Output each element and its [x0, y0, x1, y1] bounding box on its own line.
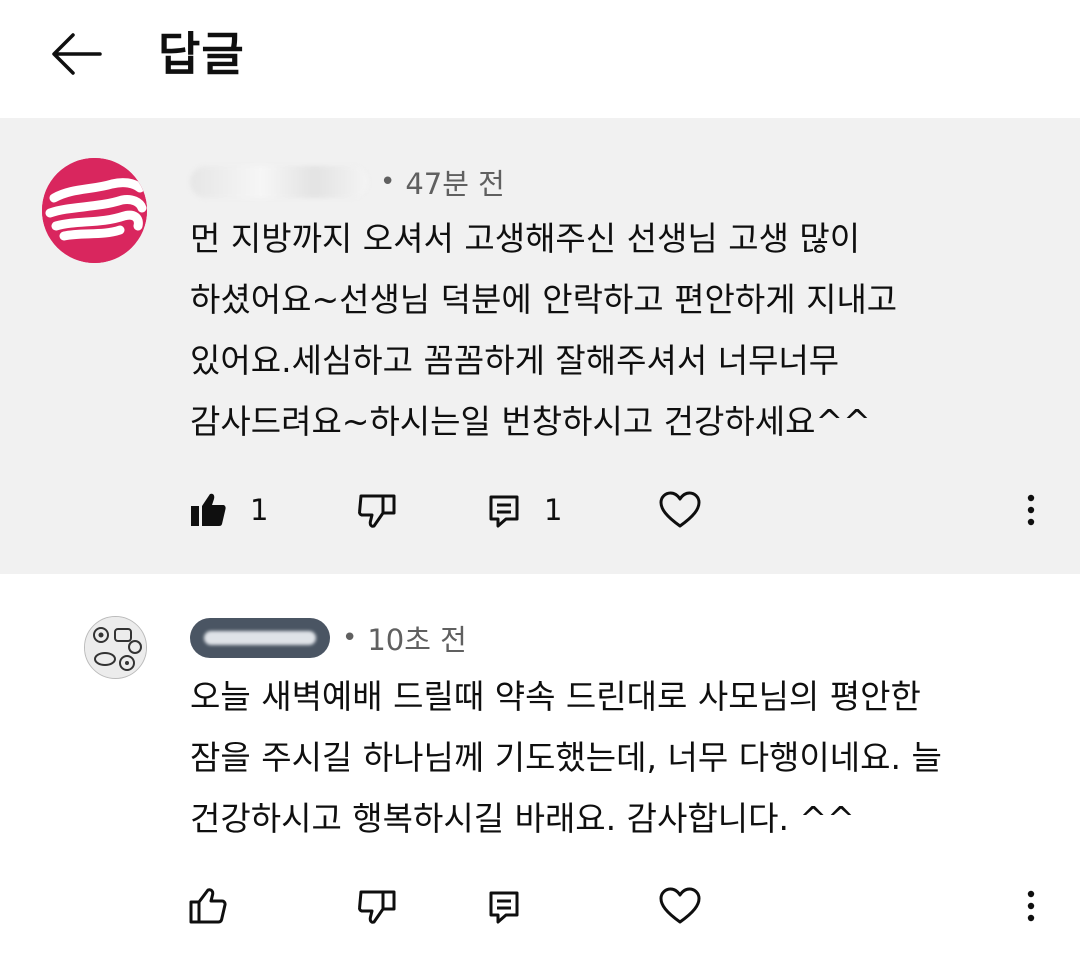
comment-actions — [0, 876, 1080, 936]
like-button[interactable]: 1 — [188, 480, 268, 540]
page-title: 답글 — [158, 27, 245, 81]
more-vertical-icon — [1027, 890, 1035, 922]
comment-time: 47분 전 — [405, 167, 505, 201]
more-options-button[interactable] — [1016, 876, 1046, 936]
dislike-button[interactable] — [356, 876, 398, 936]
top-app-bar: 답글 — [0, 0, 1080, 116]
comment-meta: • 10초 전 — [190, 616, 467, 660]
reply-button[interactable]: 1 — [486, 480, 562, 540]
meta-separator: • — [380, 167, 396, 197]
thumbs-down-icon — [358, 494, 396, 528]
reply-icon — [489, 891, 519, 924]
comment-text: 먼 지방까지 오셔서 고생해주신 선생님 고생 많이 하셨어요~선생님 덕분에 … — [190, 219, 898, 441]
reply-button[interactable] — [486, 876, 522, 936]
more-vertical-icon — [1027, 494, 1035, 526]
comment-actions: 1 1 — [0, 480, 1080, 540]
thumbs-down-icon — [358, 890, 396, 924]
heart-icon — [659, 887, 701, 924]
comment-text: 오늘 새벽예배 드릴때 약속 드린대로 사모님의 평안한 잠을 주시길 하나님께… — [190, 677, 942, 838]
parent-comment: • 47분 전 먼 지방까지 오셔서 고생해주신 선생님 고생 많이 하셨어요~… — [0, 118, 1080, 574]
reply-icon — [489, 495, 519, 528]
comment-meta: • 47분 전 — [190, 160, 505, 204]
meta-separator: • — [342, 623, 358, 653]
more-options-button[interactable] — [1016, 480, 1046, 540]
back-button[interactable] — [46, 28, 106, 80]
heart-button[interactable] — [658, 876, 702, 936]
like-count: 1 — [250, 493, 269, 527]
dislike-button[interactable] — [356, 480, 398, 540]
like-button[interactable] — [188, 876, 228, 936]
thumbs-up-outline-icon — [189, 888, 227, 924]
avatar[interactable] — [84, 616, 147, 679]
reply-count: 1 — [544, 493, 563, 527]
comment-time: 10초 전 — [367, 623, 467, 657]
heart-button[interactable] — [658, 480, 702, 540]
avatar[interactable] — [42, 158, 147, 263]
avatar-cartoon-image — [85, 617, 146, 678]
author-name-redacted[interactable] — [190, 166, 368, 198]
reply-comment: • 10초 전 오늘 새벽예배 드릴때 약속 드린대로 사모님의 평안한 잠을 … — [0, 574, 1080, 970]
back-arrow-icon — [52, 33, 102, 75]
heart-icon — [659, 491, 701, 528]
author-badge-redacted[interactable] — [190, 618, 330, 658]
avatar-scribble-image — [42, 158, 147, 263]
thumbs-up-filled-icon — [191, 493, 226, 526]
